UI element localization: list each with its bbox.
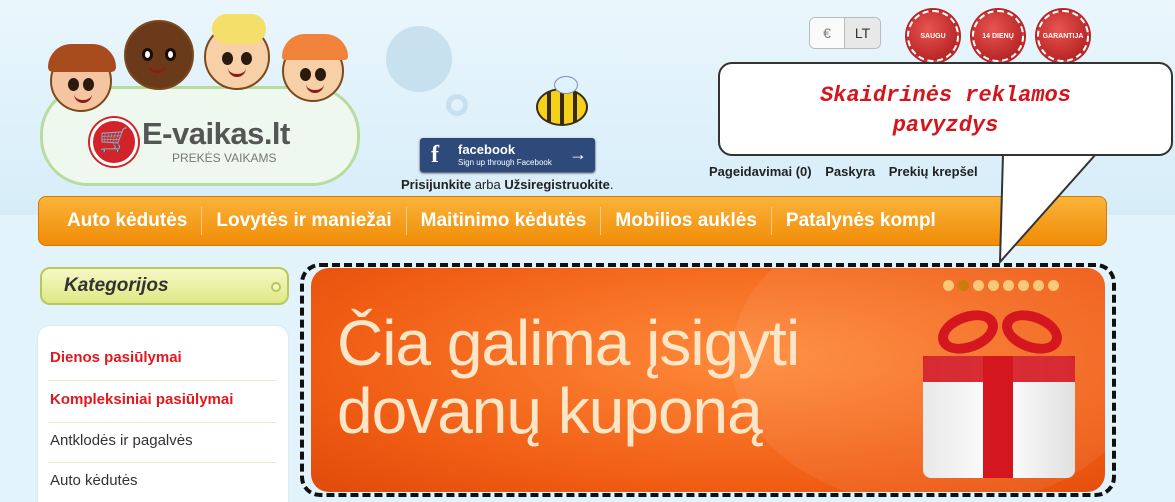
callout-pointer-join <box>1004 150 1094 154</box>
